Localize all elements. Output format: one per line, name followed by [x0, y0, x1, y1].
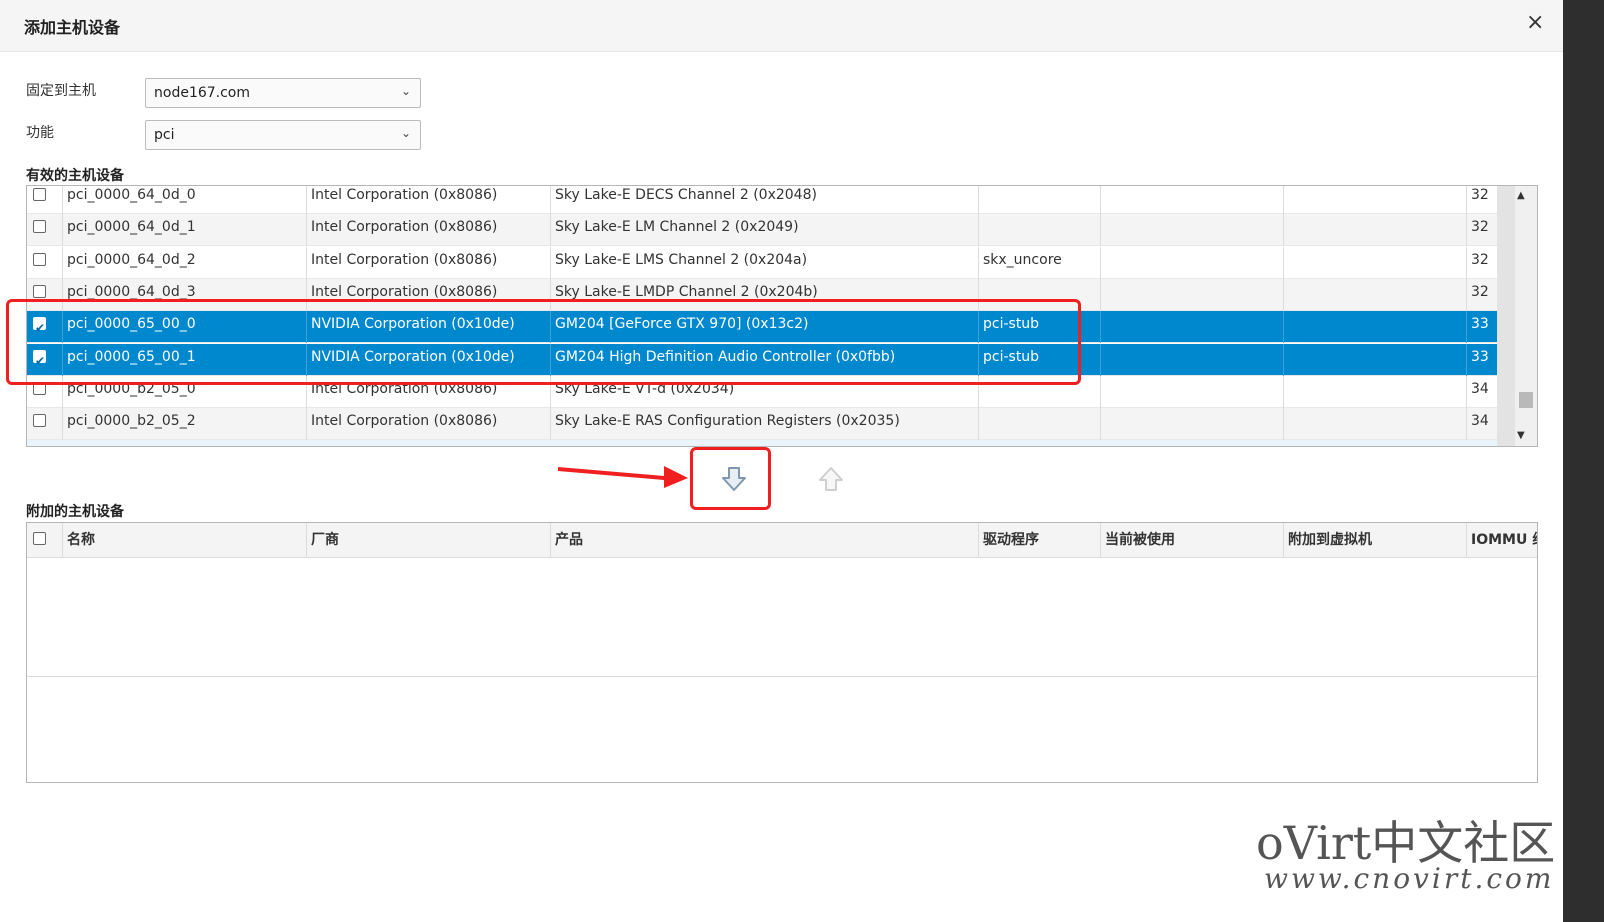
capability-select[interactable]: pci ⌄	[145, 120, 421, 150]
attached-devices-grid: 名称 厂商 产品 驱动程序 当前被使用 附加到虚拟机 IOMMU 组	[26, 522, 1538, 783]
cell-iommu: 34	[1466, 375, 1497, 408]
col-vendor[interactable]: 厂商	[306, 523, 550, 558]
cell-iommu: 32	[1466, 214, 1497, 247]
dialog-header: 添加主机设备 ×	[0, 0, 1563, 52]
scroll-down-icon[interactable]: ▼	[1517, 430, 1525, 441]
table-row[interactable]	[27, 440, 1497, 446]
cell-product: Sky Lake-E LMS Channel 2 (0x204a)	[550, 246, 978, 279]
cell-product: Sky Lake-E LM Channel 2 (0x2049)	[550, 214, 978, 247]
row-checkbox[interactable]	[33, 220, 46, 234]
cell-vendor: Intel Corporation (0x8086)	[306, 246, 550, 279]
cell-vendor: Intel Corporation (0x8086)	[306, 214, 550, 247]
cell-iommu: 32	[1466, 246, 1497, 279]
cell-in-use	[1100, 408, 1283, 441]
arrow-up-icon[interactable]	[816, 464, 846, 494]
cell-in-use	[1100, 375, 1283, 408]
cell-iommu: 32	[1466, 186, 1497, 214]
arrow-down-icon[interactable]	[719, 464, 749, 494]
cell-in-use	[1100, 311, 1283, 344]
watermark-url: www.cnovirt.com	[1264, 862, 1555, 895]
available-devices-title: 有效的主机设备	[26, 168, 124, 184]
table-row[interactable]: pci_0000_64_0d_0 Intel Corporation (0x808…	[27, 186, 1497, 214]
checkbox-cell	[27, 214, 62, 246]
cell-attached-vm	[1283, 214, 1466, 247]
table-row[interactable]: pci_0000_b2_05_2 Intel Corporation (0x808…	[27, 408, 1497, 441]
col-attached-vm[interactable]: 附加到虚拟机	[1283, 523, 1466, 558]
checkbox-cell	[27, 186, 62, 214]
cell-name: pci_0000_64_0d_0	[62, 186, 306, 214]
checkbox-cell	[27, 408, 62, 440]
host-select-value: node167.com	[154, 85, 251, 101]
row-checkbox[interactable]	[33, 284, 46, 298]
cell-in-use	[1100, 186, 1283, 214]
col-in-use[interactable]: 当前被使用	[1100, 523, 1283, 558]
select-all-checkbox[interactable]	[33, 532, 46, 545]
attached-devices-title: 附加的主机设备	[26, 504, 124, 520]
cell-attached-vm	[1283, 186, 1466, 214]
cell-in-use	[1100, 278, 1283, 311]
cell-vendor: Intel Corporation (0x8086)	[306, 186, 550, 214]
cell-driver	[978, 214, 1100, 247]
chevron-down-icon: ⌄	[400, 84, 411, 98]
cell-iommu: 32	[1466, 278, 1497, 311]
row-checkbox[interactable]	[33, 252, 46, 266]
col-iommu[interactable]: IOMMU 组	[1466, 523, 1537, 558]
col-name[interactable]: 名称	[62, 523, 306, 558]
cell-iommu: 33	[1466, 311, 1497, 344]
chevron-down-icon: ⌄	[400, 126, 411, 140]
checkbox-cell	[27, 247, 62, 279]
scroll-up-icon[interactable]: ▲	[1517, 190, 1525, 201]
add-host-device-dialog: 添加主机设备 × 固定到主机 node167.com ⌄ 功能 pci ⌄ 有效…	[0, 0, 1563, 922]
cell-iommu: 34	[1466, 408, 1497, 441]
row-checkbox[interactable]	[33, 414, 46, 428]
capability-select-value: pci	[154, 127, 175, 143]
cell-name: pci_0000_b2_05_2	[62, 408, 306, 441]
cell-attached-vm	[1283, 375, 1466, 408]
host-label: 固定到主机	[26, 83, 96, 99]
close-icon[interactable]: ×	[1526, 10, 1544, 35]
cell-attached-vm	[1283, 343, 1466, 376]
cell-product: Sky Lake-E DECS Channel 2 (0x2048)	[550, 186, 978, 214]
host-select[interactable]: node167.com ⌄	[145, 78, 421, 108]
select-all-cell	[27, 523, 62, 558]
cell-in-use	[1100, 246, 1283, 279]
cell-name: pci_0000_64_0d_1	[62, 214, 306, 247]
capability-label: 功能	[26, 125, 54, 141]
col-product[interactable]: 产品	[550, 523, 978, 558]
cell-driver	[978, 408, 1100, 441]
cell-attached-vm	[1283, 278, 1466, 311]
highlight-box	[6, 299, 1081, 385]
scrollbar-track	[1497, 186, 1515, 446]
cell-attached-vm	[1283, 311, 1466, 344]
vertical-scrollbar[interactable]: ▲ ▼	[1497, 186, 1537, 446]
dialog-title: 添加主机设备	[24, 18, 121, 37]
cell-product: Sky Lake-E RAS Configuration Registers (…	[550, 408, 978, 441]
divider	[27, 676, 1537, 677]
cell-vendor: Intel Corporation (0x8086)	[306, 408, 550, 441]
cell-in-use	[1100, 343, 1283, 376]
arrow-annotation-icon	[558, 466, 688, 488]
cell-driver: skx_uncore	[978, 246, 1100, 279]
cell-driver	[978, 186, 1100, 214]
scrollbar-thumb[interactable]	[1519, 392, 1533, 408]
cell-in-use	[1100, 214, 1283, 247]
cell-name: pci_0000_64_0d_2	[62, 246, 306, 279]
row-checkbox[interactable]	[33, 188, 46, 201]
col-driver[interactable]: 驱动程序	[978, 523, 1100, 558]
cell-iommu: 33	[1466, 343, 1497, 376]
cell-attached-vm	[1283, 246, 1466, 279]
table-header: 名称 厂商 产品 驱动程序 当前被使用 附加到虚拟机 IOMMU 组	[27, 523, 1537, 558]
table-row[interactable]: pci_0000_64_0d_2 Intel Corporation (0x808…	[27, 246, 1497, 279]
background-strip	[1563, 0, 1604, 922]
table-row[interactable]: pci_0000_64_0d_1 Intel Corporation (0x808…	[27, 214, 1497, 247]
cell-attached-vm	[1283, 408, 1466, 441]
